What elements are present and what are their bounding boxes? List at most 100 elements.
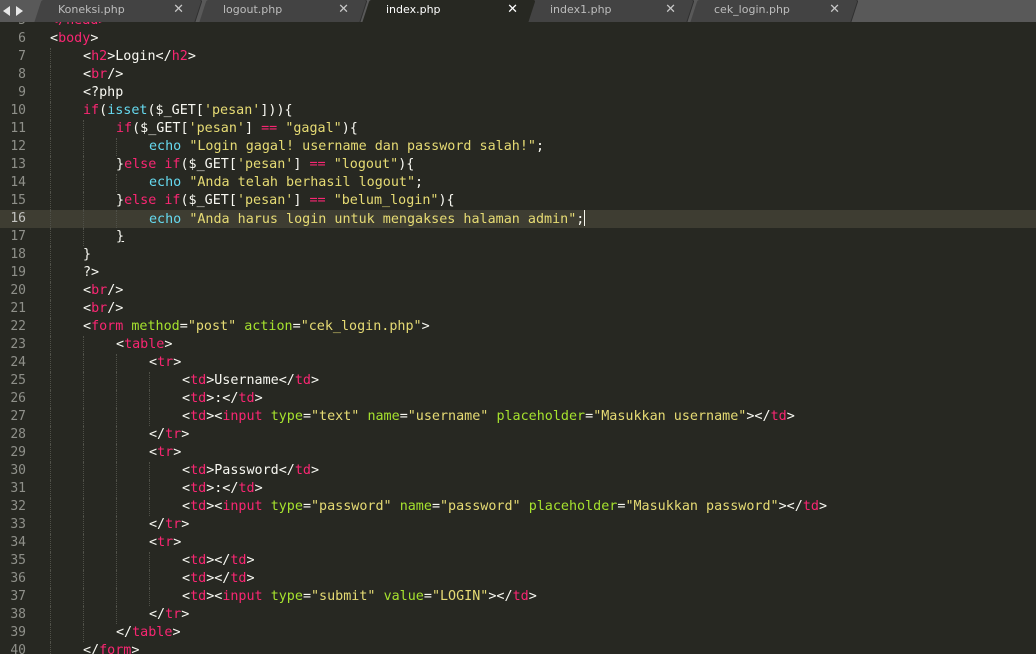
code-line[interactable]: 8 <br/> [0, 66, 1036, 84]
indent-guide [83, 444, 84, 462]
indent-guide [83, 570, 84, 588]
line-number: 15 [10, 193, 26, 208]
tab-index1-php[interactable]: index1.php ✕ [526, 0, 694, 22]
code-text: }else if($_GET['pesan'] == "logout"){ [116, 156, 414, 174]
code-text: </head> [50, 22, 106, 30]
code-line[interactable]: 17} [0, 228, 1036, 246]
code-line[interactable]: 32 <td><input type="password" name="passw… [0, 498, 1036, 516]
code-token: >Password</ [206, 463, 295, 478]
indent-guide [50, 570, 51, 588]
code-token: ></ [206, 553, 231, 568]
close-icon[interactable]: ✕ [665, 2, 676, 18]
indent-guide [50, 120, 51, 138]
indent-guide [83, 174, 84, 192]
code-token: "post" [187, 319, 237, 334]
code-line[interactable]: 28 </tr> [0, 426, 1036, 444]
tab-logout-php[interactable]: logout.php ✕ [199, 0, 367, 22]
code-token: td [190, 481, 207, 496]
code-token: < [182, 589, 191, 604]
code-line[interactable]: 22 <form method="post" action="cek_login.… [0, 318, 1036, 336]
tab-koneksi-php[interactable]: Koneksi.php ✕ [34, 0, 202, 22]
code-token: type [270, 409, 303, 424]
editor-pane[interactable]: 5</head>6<body>7<h2>Login</h2>8<br/>9<?p… [0, 22, 1036, 654]
code-text: <?php [83, 84, 123, 102]
code-line[interactable]: 26 <td>:</td> [0, 390, 1036, 408]
code-line[interactable]: 34 <tr> [0, 534, 1036, 552]
code-token: ] [245, 121, 262, 136]
code-token: > [173, 355, 182, 370]
indent-guide [50, 300, 51, 318]
code-line[interactable]: 24 <tr> [0, 354, 1036, 372]
line-number: 35 [10, 553, 26, 568]
indent-guide [116, 372, 117, 390]
code-line[interactable]: 5 </head> [0, 22, 1036, 30]
arrow-right-icon[interactable] [16, 6, 23, 16]
code-text: }else if($_GET['pesan'] == "belum_login"… [116, 192, 455, 210]
close-icon[interactable]: ✕ [507, 2, 518, 18]
code-line[interactable]: 39 </table> [0, 624, 1036, 642]
code-line[interactable]: 11 if($_GET['pesan'] == "gagal"){ [0, 120, 1036, 138]
code-token: 'pesan' [236, 193, 294, 208]
code-token: <?php [83, 85, 124, 100]
indent-guide [116, 210, 117, 228]
code-text: <form method="post" action="cek_login.ph… [83, 318, 430, 336]
code-line[interactable]: 29 <tr> [0, 444, 1036, 462]
code-line[interactable]: 27 <td><input type="text" name="username"… [0, 408, 1036, 426]
code-token: >:</ [206, 391, 239, 406]
code-line[interactable]: 35 <td></td> [0, 552, 1036, 570]
code-token: td [190, 463, 207, 478]
indent-guide [83, 210, 84, 228]
tab-index-php[interactable]: index.php ✕ [362, 0, 536, 22]
code-line[interactable]: 31 <td>:</td> [0, 480, 1036, 498]
code-line[interactable]: 33 </tr> [0, 516, 1036, 534]
code-line[interactable]: 18} [0, 246, 1036, 264]
code-token: "Login gagal! username dan password sala… [189, 139, 536, 154]
code-line[interactable]: 10 if(isset($_GET['pesan'])){ [0, 102, 1036, 120]
code-line[interactable]: 40 </form> [0, 642, 1036, 654]
indent-guide [50, 552, 51, 570]
indent-guide [50, 102, 51, 120]
code-token: br [91, 67, 108, 82]
arrow-left-icon[interactable] [3, 6, 10, 16]
code-token: = [302, 409, 311, 424]
code-text: </form> [83, 642, 139, 654]
code-token: h2 [171, 49, 188, 64]
code-line[interactable]: 25 <td>Username</td> [0, 372, 1036, 390]
close-icon[interactable]: ✕ [173, 2, 184, 18]
code-line[interactable]: 20 <br/> [0, 282, 1036, 300]
code-line[interactable]: 13}else if($_GET['pesan'] == "logout"){ [0, 156, 1036, 174]
code-line[interactable]: 15 }else if($_GET['pesan'] == "belum_logi… [0, 192, 1036, 210]
line-number: 19 [10, 265, 26, 280]
code-line[interactable]: 38 </tr> [0, 606, 1036, 624]
code-line[interactable]: 23 <table> [0, 336, 1036, 354]
code-text: <td>Username</td> [182, 372, 319, 390]
code-token: > [311, 463, 320, 478]
code-line[interactable]: 36 <td></td> [0, 570, 1036, 588]
close-icon[interactable]: ✕ [829, 2, 840, 18]
tab-cek-login-php[interactable]: cek_login.php ✕ [690, 0, 858, 22]
line-number: 28 [10, 427, 26, 442]
code-text: ?> [83, 264, 99, 282]
tab-label: logout.php [223, 3, 283, 16]
line-number: 6 [18, 31, 26, 46]
close-icon[interactable]: ✕ [338, 2, 349, 18]
code-line[interactable]: 16 echo "Anda harus login untuk mengakses… [0, 210, 1036, 228]
code-line[interactable]: 12 echo "Login gagal! username dan passwo… [0, 138, 1036, 156]
code-line[interactable]: 37 <td><input type="submit" value="LOGIN"… [0, 588, 1036, 606]
code-token: = [399, 409, 408, 424]
code-line[interactable]: 21 <br/> [0, 300, 1036, 318]
code-line[interactable]: 19 ?> [0, 264, 1036, 282]
code-line[interactable]: 14 echo "Anda telah berhasil logout"; [0, 174, 1036, 192]
code-token: placeholder [496, 409, 586, 424]
code-line[interactable]: 7 <h2>Login</h2> [0, 48, 1036, 66]
code-token: > [181, 427, 190, 442]
code-token: td [294, 373, 311, 388]
code-line[interactable]: 9 <?php [0, 84, 1036, 102]
code-token: "gagal" [285, 121, 342, 136]
code-line[interactable]: 30 <td>Password</td> [0, 462, 1036, 480]
code-line[interactable]: 6 <body> [0, 30, 1036, 48]
